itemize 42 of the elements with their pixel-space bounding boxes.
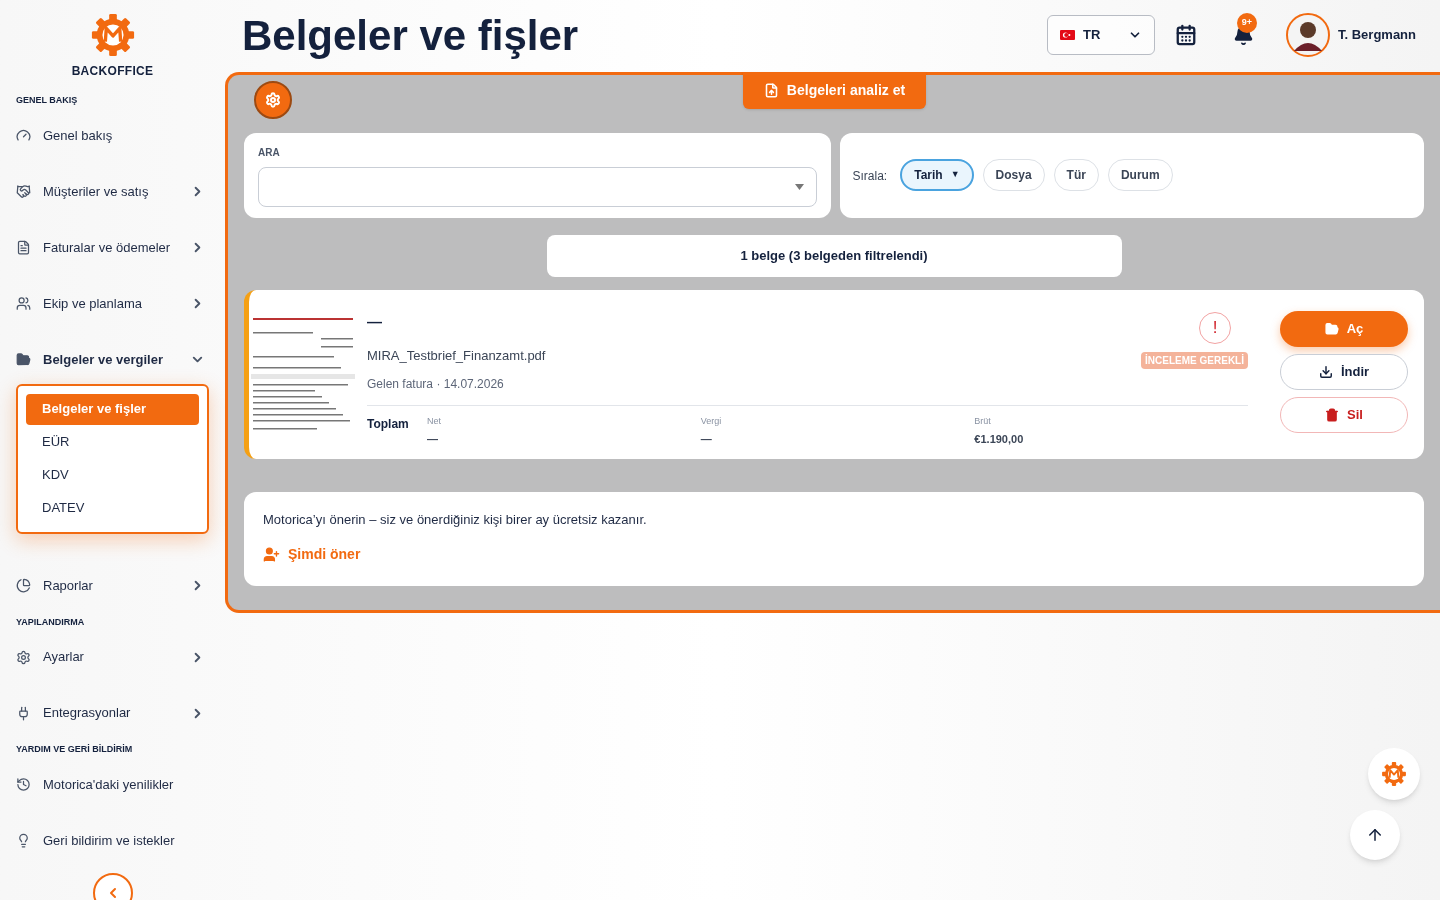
brand-name: BACKOFFICE [71,63,154,80]
amount-value: €1.190,00 [974,432,1025,447]
amount-label: Vergi [700,414,723,428]
submenu-item[interactable]: KDV [26,459,199,491]
section-heading: YARDIM VE GERİ BİLDİRİM [16,743,134,756]
section-heading: YAPILANDIRMA [16,615,86,629]
nav-item[interactable]: Geri bildirim ve istekler [16,812,209,869]
nav-item[interactable]: Ayarlar [16,629,209,685]
nav-item[interactable]: Genel bakış [16,107,209,164]
search-label: ARA [258,146,281,160]
language-select[interactable]: TR [1047,15,1155,55]
nav-item[interactable]: Müşteriler ve satış [16,163,209,220]
sort-option[interactable]: Tarih ▼ [900,159,974,191]
sort-option[interactable]: Durum [1107,159,1173,191]
document-meta: Gelen fatura · 14.07.2026 [367,375,505,393]
nav-item[interactable]: Belgeler ve vergiler [16,331,209,388]
status-badge: İNCELEME GEREKLİ [1141,352,1248,369]
nav-item[interactable]: Raporlar [16,557,209,614]
total-label: Toplam [367,415,410,433]
sort-label: Sırala: [852,168,888,185]
amount-label: Net [427,414,442,428]
sort-option[interactable]: Tür [1053,159,1099,191]
result-count: 1 belge (3 belgeden filtrelendi) [546,235,1122,277]
nav-item[interactable]: Motorica'daki yenilikler [16,756,209,813]
document-title: — [367,312,383,332]
nav-item[interactable]: Faturalar ve ödemeler [16,219,209,276]
referral-text: Motorica’yı önerin – siz ve önerdiğiniz kişi birer ay ücretsiz kazanır. [263,511,648,529]
user-name: T. Bergmann [1338,26,1416,45]
amount-value: — [427,432,439,447]
submenu-item[interactable]: EÜR [26,426,199,458]
nav-item[interactable]: Entegrasyonlar [16,685,209,741]
file-name: MIRA_Testbrief_Finanzamt.pdf [367,347,546,365]
nav-item[interactable]: Ekip ve planlama [16,275,209,332]
amount-value: — [700,432,713,447]
amount-label: Brüt [974,414,992,428]
delete-button[interactable]: Sil [1280,397,1408,433]
section-heading: GENEL BAKIŞ [16,94,79,107]
download-button[interactable]: İndir [1280,354,1408,390]
notification-badge: 9+ [1237,12,1257,33]
page-title: Belgeler ve fişler [242,10,580,61]
sort-option[interactable]: Dosya [982,159,1045,191]
submenu-item[interactable]: DATEV [26,492,199,524]
